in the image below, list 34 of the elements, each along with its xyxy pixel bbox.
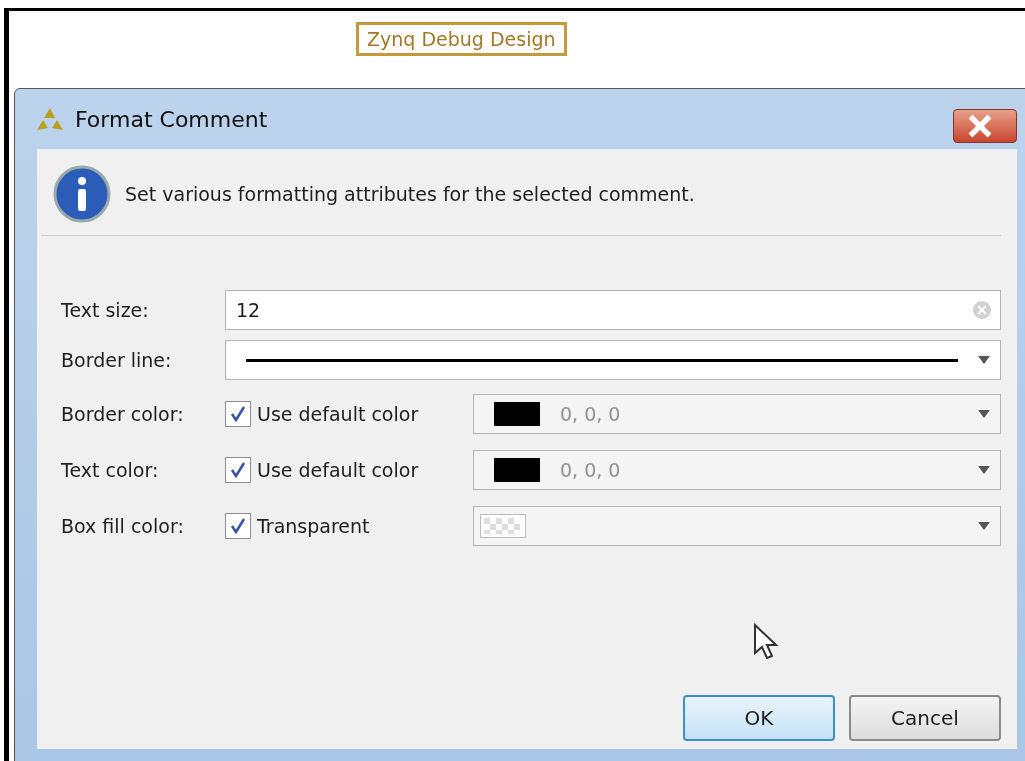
dropdown-caret-icon xyxy=(978,410,990,418)
dialog-button[interactable]: Cancel xyxy=(849,695,1001,741)
app-logo-icon xyxy=(35,106,65,132)
close-button[interactable] xyxy=(953,109,1017,143)
checkbox-label: Use default color xyxy=(257,459,419,481)
field-label: Border line: xyxy=(61,349,173,371)
dropdown-caret-icon xyxy=(978,466,990,474)
dropdown-caret-icon xyxy=(978,356,990,364)
comment-label[interactable]: Zynq Debug Design xyxy=(356,22,567,56)
color-value: 0, 0, 0 xyxy=(560,403,621,425)
dialog-title: Format Comment xyxy=(75,106,268,132)
checkmark-icon xyxy=(229,517,247,535)
field-label: Border color: xyxy=(61,403,185,425)
checkmark-icon xyxy=(229,405,247,423)
field-label: Text size: xyxy=(61,299,150,321)
field-label: Text color: xyxy=(61,459,160,481)
info-icon xyxy=(53,165,111,223)
checkbox[interactable] xyxy=(225,401,251,427)
transparent-swatch xyxy=(480,514,526,538)
checkbox-label: Use default color xyxy=(257,403,419,425)
mouse-pointer-icon xyxy=(753,623,779,661)
checkbox[interactable] xyxy=(225,457,251,483)
checkbox-label: Transparent xyxy=(257,515,370,537)
field-label: Box fill color: xyxy=(61,515,185,537)
info-message: Set various formatting attributes for the selected comment. xyxy=(125,183,695,205)
dialog-button[interactable]: OK xyxy=(683,695,835,741)
color-dropdown[interactable] xyxy=(473,506,1001,546)
text-size-field[interactable]: 12 xyxy=(225,290,1001,330)
clear-icon xyxy=(972,300,992,320)
checkbox[interactable] xyxy=(225,513,251,539)
checkmark-icon xyxy=(229,461,247,479)
dropdown-caret-icon xyxy=(978,522,990,530)
line-style-dropdown[interactable] xyxy=(225,340,1001,380)
color-value: 0, 0, 0 xyxy=(560,459,621,481)
